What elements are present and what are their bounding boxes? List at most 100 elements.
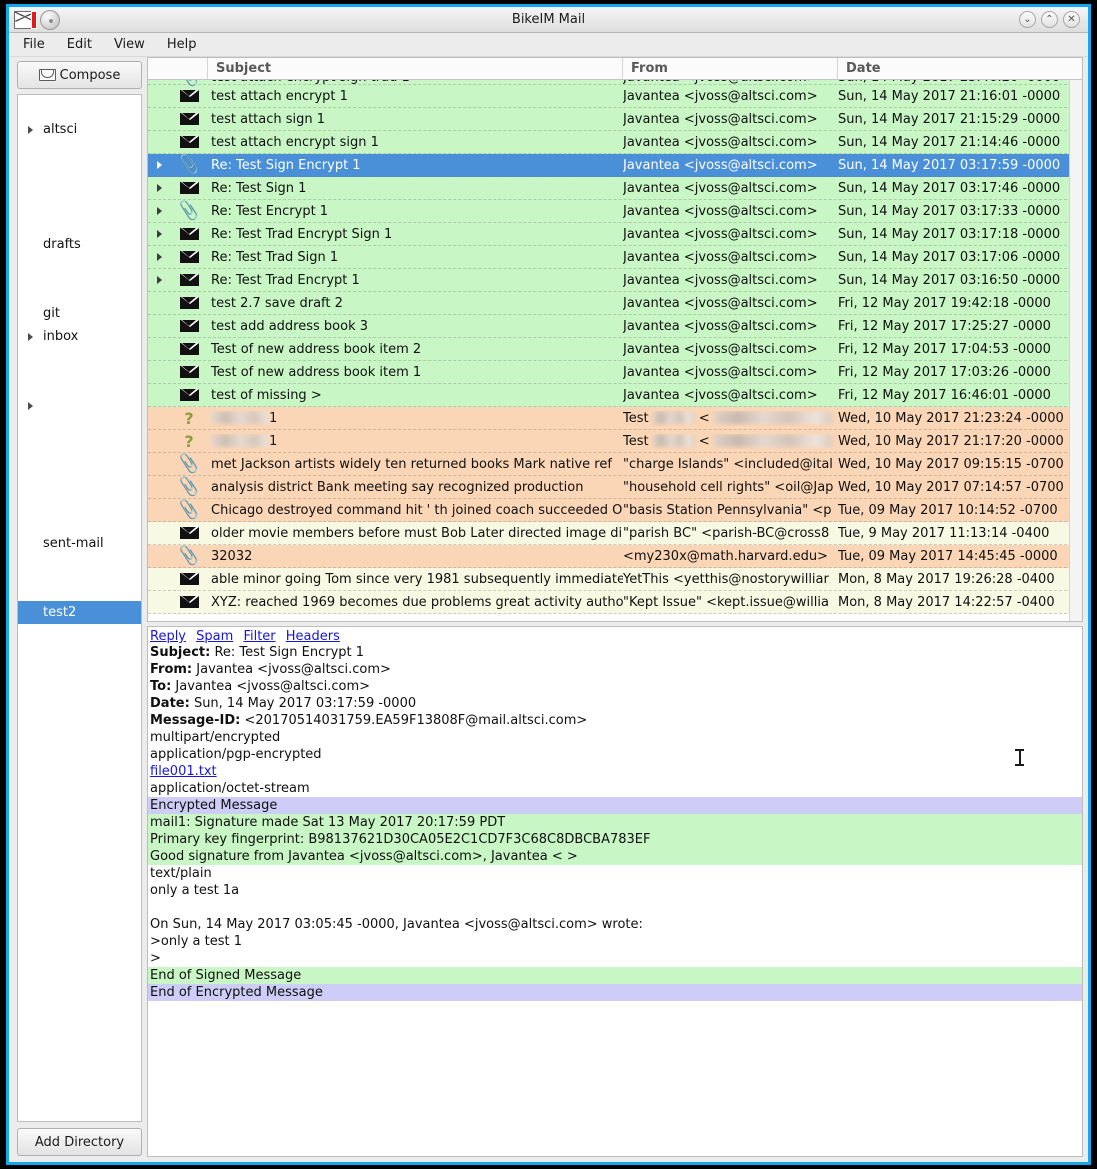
message-row[interactable]: Re: Test Trad Sign 1 Javantea <jvoss@alts…	[148, 246, 1082, 269]
sidebar-item-inbox[interactable]: inbox	[18, 325, 141, 348]
sidebar-item-redacted[interactable]	[18, 647, 141, 670]
message-icon-cell: 📎	[170, 199, 208, 222]
message-row[interactable]: older movie members before must Bob Late…	[148, 522, 1082, 545]
message-actions: Reply Spam Filter Headers	[148, 627, 1082, 644]
sidebar-item-redacted[interactable]	[18, 486, 141, 509]
sidebar-item-redacted-label	[56, 624, 141, 647]
message-row[interactable]: XYZ: reached 1969 becomes due problems g…	[148, 591, 1082, 614]
message-from: Javantea <jvoss@altsci.com>	[623, 295, 818, 311]
close-button[interactable]: ✕	[1063, 11, 1080, 28]
column-header-subject[interactable]: Subject	[208, 58, 623, 79]
maximize-button[interactable]: ⌃	[1041, 11, 1058, 28]
message-row[interactable]: Test of new address book item 2 Javantea …	[148, 338, 1082, 361]
sidebar-item-redacted[interactable]	[18, 555, 141, 578]
sidebar-item-redacted[interactable]	[18, 670, 141, 693]
sidebar-item-redacted[interactable]	[18, 141, 141, 164]
reading-pane[interactable]: Reply Spam Filter Headers Subject: Re: T…	[147, 626, 1083, 1157]
message-row[interactable]: test of missing > Javantea <jvoss@altsci.…	[148, 384, 1082, 407]
menu-view[interactable]: View	[114, 37, 145, 52]
filter-link[interactable]: Filter	[243, 629, 275, 644]
message-date: Sun, 14 May 2017 03:17:18 -0000	[838, 226, 1061, 242]
message-row[interactable]: 📎 32032 <my230x@math.harvard.edu> Tue, 09 M…	[148, 544, 1082, 568]
column-header-icon[interactable]	[148, 58, 208, 79]
message-row[interactable]: 📎test attach encrypt sign trad 1Javantea…	[148, 80, 1082, 88]
sidebar-item-redacted[interactable]	[18, 417, 141, 440]
sidebar-item-redacted[interactable]	[18, 256, 141, 279]
sidebar-item-git[interactable]: git	[18, 302, 141, 325]
message-row[interactable]: 📎 Chicago destroyed command hit ' th join…	[148, 498, 1082, 522]
envelope-icon	[179, 113, 199, 125]
message-row[interactable]: 📎 met Jackson artists widely ten returned…	[148, 452, 1082, 476]
good-signature-line: Good signature from Javantea <jvoss@alts…	[148, 848, 1082, 865]
message-from: Javantea <jvoss@altsci.com>	[623, 157, 818, 173]
sidebar-item-redacted[interactable]	[18, 95, 141, 118]
message-row[interactable]: ? 1 Test < Wed, 10 May 2017 21:23:24 -0000	[148, 407, 1082, 430]
thread-expand-icon[interactable]	[148, 253, 170, 261]
sidebar-item-redacted[interactable]	[18, 348, 141, 371]
sidebar-item-redacted[interactable]	[18, 187, 141, 210]
message-row[interactable]: test attach encrypt sign 1 Javantea <jvos…	[148, 131, 1082, 154]
thread-expand-icon[interactable]	[148, 276, 170, 284]
compose-button[interactable]: Compose	[17, 61, 142, 89]
sidebar-item-redacted[interactable]	[18, 463, 141, 486]
message-list-scrollbar[interactable]	[1069, 80, 1082, 621]
message-row[interactable]: 📎 analysis district Bank meeting say reco…	[148, 475, 1082, 499]
sidebar-item-redacted[interactable]	[18, 578, 141, 601]
message-date: Wed, 10 May 2017 07:14:57 -0700	[838, 479, 1064, 495]
message-list[interactable]: Subject From Date 📎test attach encrypt s…	[147, 57, 1083, 622]
sidebar: Compose altsci drafts git inbox sent-mail tes…	[9, 57, 147, 1162]
expand-triangle-icon[interactable]	[24, 402, 37, 410]
attachment-link[interactable]: file001.txt	[150, 764, 217, 779]
sidebar-item-redacted[interactable]	[18, 210, 141, 233]
sidebar-item-redacted[interactable]	[18, 509, 141, 532]
message-row[interactable]: 📎 Re: Test Sign Encrypt 1 Javantea <jvoss@…	[148, 153, 1082, 177]
add-directory-button[interactable]: Add Directory	[17, 1128, 142, 1156]
menu-help[interactable]: Help	[167, 37, 197, 52]
message-icon-cell: ?	[170, 432, 208, 451]
column-header-from[interactable]: From	[623, 58, 838, 79]
thread-expand-icon[interactable]	[148, 184, 170, 192]
spam-link[interactable]: Spam	[196, 629, 233, 644]
title-bar[interactable]: BikeIM Mail ⌄ ⌃ ✕	[9, 7, 1088, 33]
message-row[interactable]: 📎 Re: Test Encrypt 1 Javantea <jvoss@altsc…	[148, 199, 1082, 223]
column-header-date[interactable]: Date	[838, 58, 1082, 79]
sidebar-item-drafts[interactable]: drafts	[18, 233, 141, 256]
header-from-value: Javantea <jvoss@altsci.com>	[196, 662, 391, 677]
expand-triangle-icon[interactable]	[24, 126, 37, 134]
thread-expand-icon[interactable]	[148, 161, 170, 169]
message-subject: Re: Test Trad Sign 1	[211, 249, 339, 265]
sidebar-item-redacted[interactable]	[18, 394, 141, 417]
thread-expand-icon[interactable]	[148, 230, 170, 238]
message-row[interactable]: ? 1 Test < Wed, 10 May 2017 21:17:20 -0000	[148, 430, 1082, 453]
message-row[interactable]: test 2.7 save draft 2 Javantea <jvoss@alt…	[148, 292, 1082, 315]
sidebar-item-test2[interactable]: test2	[18, 601, 141, 624]
message-icon-cell: 📎	[170, 544, 208, 567]
header-date-value: Sun, 14 May 2017 03:17:59 -0000	[193, 696, 417, 711]
minimize-button[interactable]: ⌄	[1019, 11, 1036, 28]
message-row[interactable]: test attach sign 1 Javantea <jvoss@altsci…	[148, 108, 1082, 131]
message-row[interactable]: Re: Test Sign 1 Javantea <jvoss@altsci.co…	[148, 177, 1082, 200]
sidebar-item-redacted[interactable]	[18, 371, 141, 394]
message-row[interactable]: able minor going Tom since very 1981 sub…	[148, 568, 1082, 591]
sidebar-item-redacted-label	[66, 394, 141, 417]
message-row[interactable]: Re: Test Trad Encrypt 1 Javantea <jvoss@a…	[148, 269, 1082, 292]
sidebar-item-redacted[interactable]	[18, 624, 141, 647]
message-subject: Re: Test Trad Encrypt 1	[211, 272, 360, 288]
headers-link[interactable]: Headers	[286, 629, 340, 644]
sidebar-item-altsci[interactable]: altsci	[18, 118, 141, 141]
message-row[interactable]: Test of new address book item 1 Javantea …	[148, 361, 1082, 384]
message-row[interactable]: test add address book 3 Javantea <jvoss@a…	[148, 315, 1082, 338]
sidebar-item-redacted[interactable]	[18, 279, 141, 302]
sidebar-item-redacted[interactable]	[18, 440, 141, 463]
thread-expand-icon[interactable]	[148, 207, 170, 215]
sidebar-item-redacted[interactable]	[18, 164, 141, 187]
reply-link[interactable]: Reply	[150, 629, 186, 644]
menu-file[interactable]: File	[23, 37, 45, 52]
message-row[interactable]: test attach encrypt 1 Javantea <jvoss@alt…	[148, 85, 1082, 108]
sidebar-item-redacted-label	[40, 578, 141, 601]
sidebar-item-sent-mail[interactable]: sent-mail	[18, 532, 141, 555]
folder-tree[interactable]: altsci drafts git inbox sent-mail test2	[17, 94, 142, 1122]
menu-edit[interactable]: Edit	[67, 37, 92, 52]
expand-triangle-icon[interactable]	[24, 333, 37, 341]
message-row[interactable]: Re: Test Trad Encrypt Sign 1 Javantea <jv…	[148, 223, 1082, 246]
